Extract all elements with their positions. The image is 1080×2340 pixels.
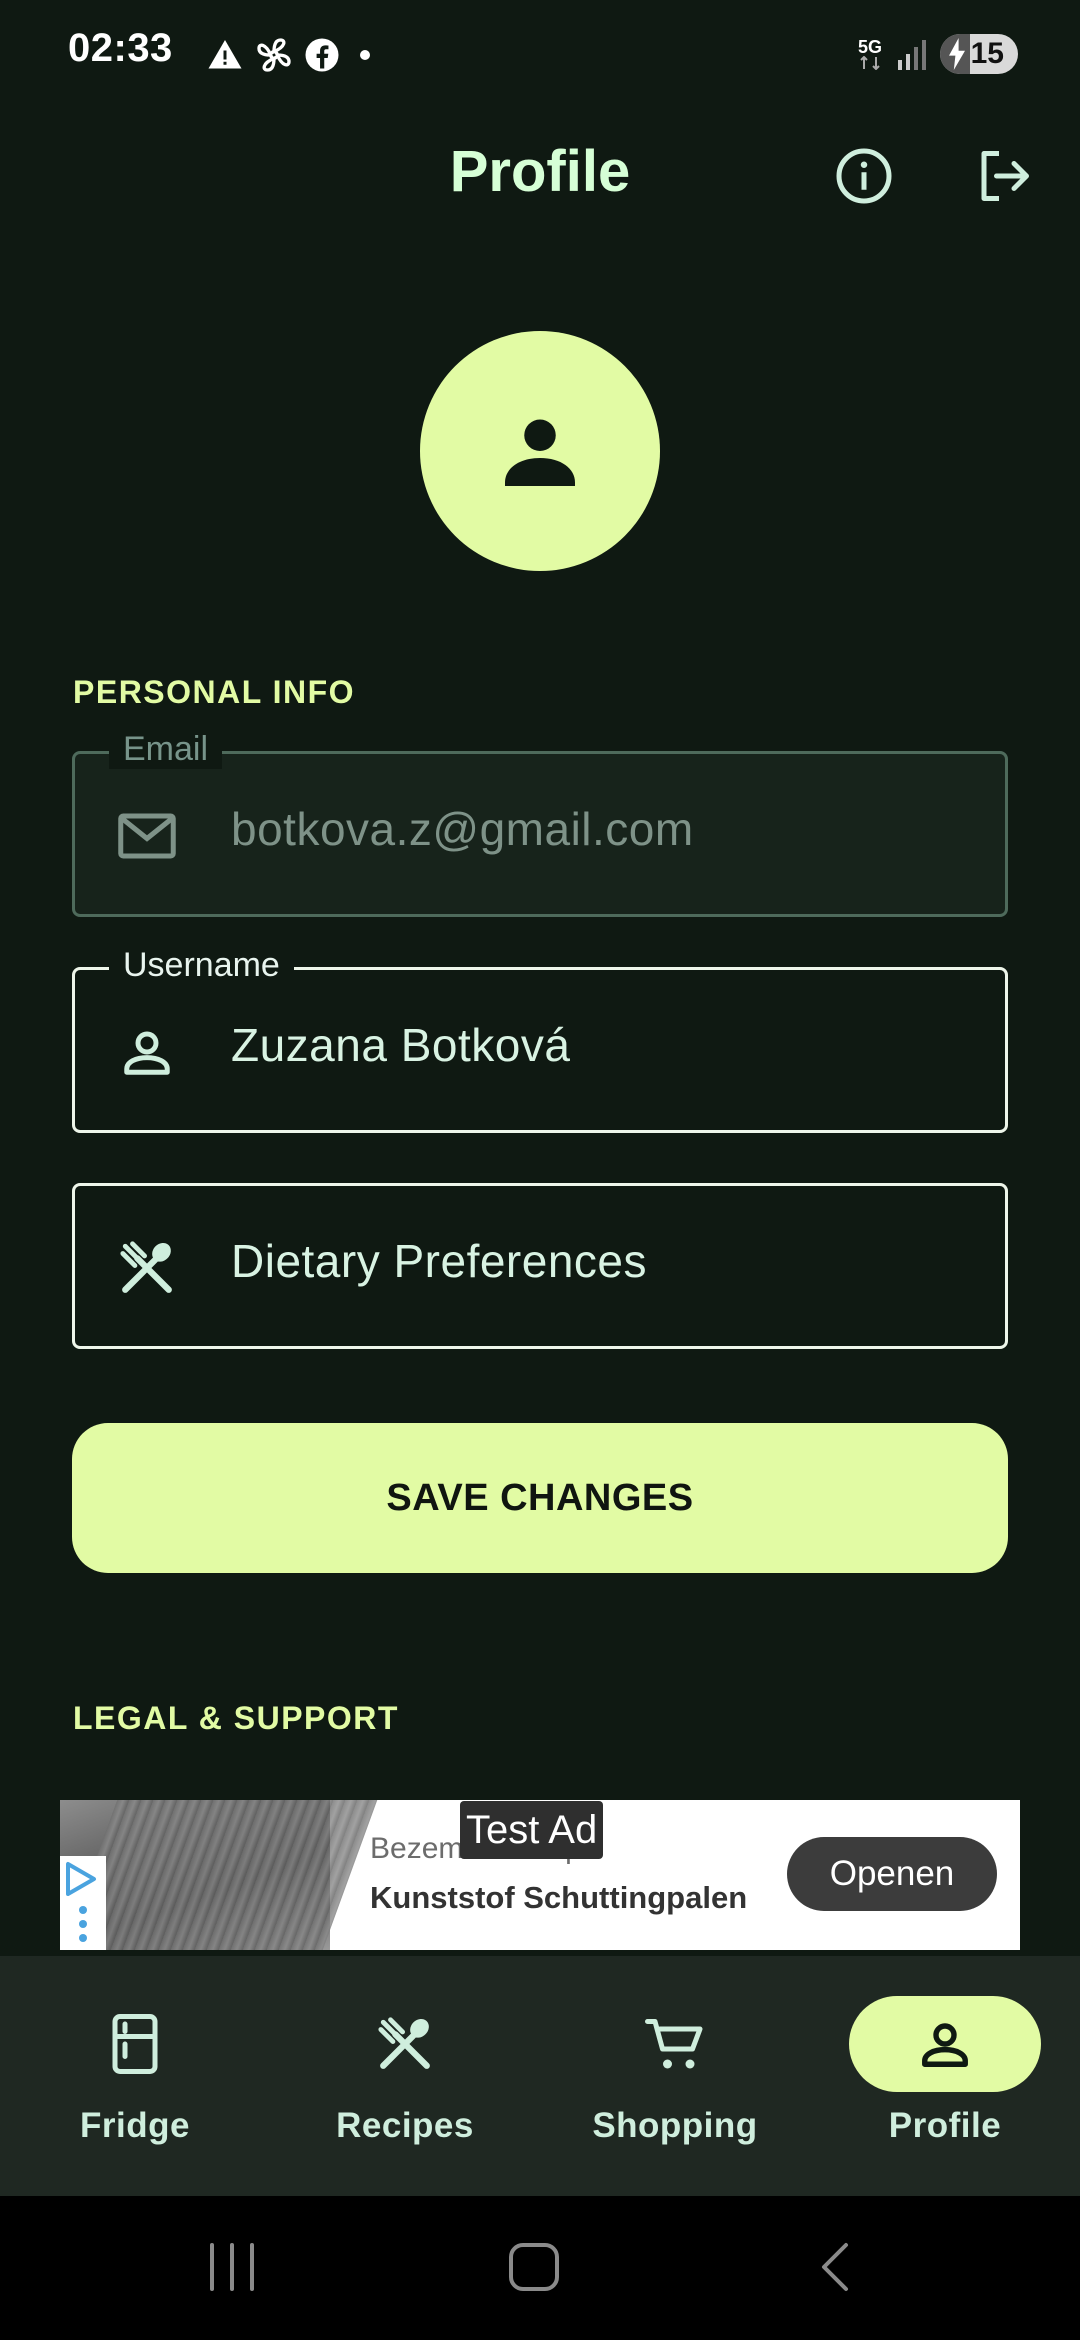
dietary-preferences-field[interactable]: Dietary Preferences (72, 1183, 1008, 1349)
nav-shopping-pill (579, 1996, 771, 2092)
utensils-icon (113, 1236, 181, 1300)
status-time: 02:33 (68, 26, 173, 70)
back-button[interactable] (796, 2232, 876, 2302)
facebook-icon (305, 38, 339, 72)
charging-icon (949, 38, 965, 70)
home-icon (509, 2243, 559, 2291)
signal-icon (898, 40, 926, 70)
ad-image-texture (62, 1800, 378, 1950)
email-field: Email botkova.z@gmail.com (72, 730, 1008, 917)
network-indicator: 5G (858, 38, 882, 70)
test-ad-badge: Test Ad (460, 1801, 604, 1859)
nav-profile[interactable]: Profile (810, 1956, 1080, 2196)
logout-icon (981, 151, 1029, 201)
ad-headline: Kunststof Schuttingpalen (370, 1880, 748, 1915)
info-icon (836, 148, 892, 204)
username-label: Username (109, 946, 294, 985)
network-label: 5G (857, 37, 882, 57)
logout-button[interactable] (972, 144, 1036, 208)
dietary-preferences-input[interactable]: Dietary Preferences (231, 1234, 647, 1288)
nav-fridge-pill (39, 1996, 231, 2092)
data-arrows-icon (860, 56, 880, 70)
person-icon (505, 419, 575, 486)
legal-support-header: LEGAL & SUPPORT (73, 1700, 399, 1736)
system-navigation-bar (0, 2196, 1080, 2340)
home-button[interactable] (494, 2232, 574, 2302)
username-field[interactable]: Username Zuzana Botková (72, 946, 1008, 1133)
person-outline-icon (922, 2023, 968, 2067)
nav-recipes-label: Recipes (336, 2106, 474, 2145)
personal-info-header: PERSONAL INFO (73, 674, 356, 710)
cart-icon (645, 2019, 703, 2069)
adchoices-icon[interactable] (60, 1856, 106, 1950)
back-icon (822, 2243, 848, 2291)
status-notification-icons (206, 30, 380, 80)
avatar[interactable] (420, 331, 660, 571)
status-system-icons: 5G 15 (858, 34, 1018, 74)
nav-recipes-pill (309, 1996, 501, 2092)
nav-fridge-label: Fridge (80, 2106, 190, 2145)
person-outline-icon (113, 1020, 181, 1084)
mail-icon (113, 804, 181, 868)
nav-profile-pill (849, 1996, 1041, 2092)
page-title: Profile (449, 139, 631, 204)
info-button[interactable] (832, 144, 896, 208)
nav-fridge[interactable]: Fridge (0, 1956, 270, 2196)
bottom-navigation: Fridge Recipes Shopping Profile (0, 1956, 1080, 2196)
battery-level: 15 (970, 37, 1004, 70)
username-input[interactable]: Zuzana Botková (231, 1018, 570, 1072)
utensils-icon (378, 2017, 430, 2069)
email-label: Email (109, 730, 223, 769)
email-value: botkova.z@gmail.com (231, 803, 694, 855)
nav-profile-label: Profile (888, 2106, 1002, 2145)
recent-apps-button[interactable] (192, 2232, 272, 2302)
fridge-icon (112, 2014, 158, 2074)
recent-apps-icon (210, 2243, 254, 2291)
battery-indicator: 15 (940, 34, 1018, 74)
nav-shopping[interactable]: Shopping (540, 1956, 810, 2196)
save-changes-button[interactable]: SAVE CHANGES (72, 1423, 1008, 1573)
ad-open-button[interactable]: Openen (787, 1837, 997, 1911)
fan-icon (257, 38, 291, 72)
nav-recipes[interactable]: Recipes (270, 1956, 540, 2196)
warning-icon (208, 40, 242, 69)
nav-shopping-label: Shopping (592, 2106, 758, 2145)
dot-icon (360, 50, 370, 60)
